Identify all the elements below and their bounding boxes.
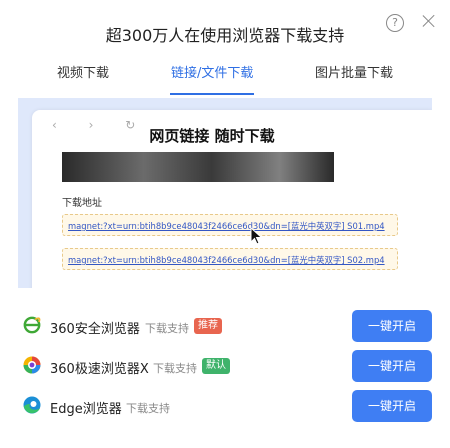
enable-button-edge[interactable]: 一键开启 [352,390,432,422]
browser-row-edge: Edge浏览器 下载支持 一键开启 [22,390,432,422]
download-support-label: 下载支持 [153,362,197,375]
default-badge: 默认 [202,358,230,374]
download-support-label: 下载支持 [145,322,189,335]
edge-browser-icon [23,396,41,414]
recommended-badge: 推荐 [194,318,222,334]
tab-video-download[interactable]: 视频下载 [57,62,109,81]
tab-link-file-download[interactable]: 链接/文件下载 [171,62,253,81]
preview-browser-window: ‹ › ↻ 网页链接 随时下载 下载地址 magnet:?xt=urn:btih… [32,110,432,288]
help-icon[interactable]: ? [386,14,404,32]
browser-name: 360极速浏览器X [50,362,149,377]
tab-bar: 视频下载 链接/文件下载 图片批量下载 [0,62,450,96]
browser-name: Edge浏览器 [50,402,122,417]
360-speed-browser-icon [23,356,41,374]
download-address-label: 下载地址 [62,198,102,209]
preview-headline: 网页链接 随时下载 [149,127,275,145]
browser-name: 360安全浏览器 [50,322,140,337]
enable-button-360-safe[interactable]: 一键开启 [352,310,432,342]
browser-row-360-speed: 360极速浏览器X 下载支持 默认 一键开启 [22,350,432,382]
tab-image-batch-download[interactable]: 图片批量下载 [315,62,393,81]
download-support-label: 下载支持 [126,402,170,415]
video-thumbnail [62,152,334,182]
magnet-link: magnet:?xt=urn:btih8b9ce48043f2466ce6d30… [68,221,385,231]
close-icon[interactable] [420,12,438,30]
mouse-cursor-icon [250,227,263,245]
dialog-title: 超300万人在使用浏览器下载支持 [105,26,345,45]
magnet-link-box: magnet:?xt=urn:btih8b9ce48043f2466ce6d30… [62,248,398,270]
magnet-link: magnet:?xt=urn:btih8b9ce48043f2466ce6d30… [68,255,385,265]
magnet-link-box: magnet:?xt=urn:btih8b9ce48043f2466ce6d30… [62,214,398,236]
360-safe-browser-icon [23,316,41,334]
active-tab-indicator [170,93,254,95]
download-support-dialog: 超300万人在使用浏览器下载支持 ? 视频下载 链接/文件下载 图片批量下载 ‹… [0,0,450,448]
feature-preview-image: ‹ › ↻ 网页链接 随时下载 下载地址 magnet:?xt=urn:btih… [18,98,432,288]
enable-button-360-speed[interactable]: 一键开启 [352,350,432,382]
browser-row-360-safe: 360安全浏览器 下载支持 推荐 一键开启 [22,310,432,342]
